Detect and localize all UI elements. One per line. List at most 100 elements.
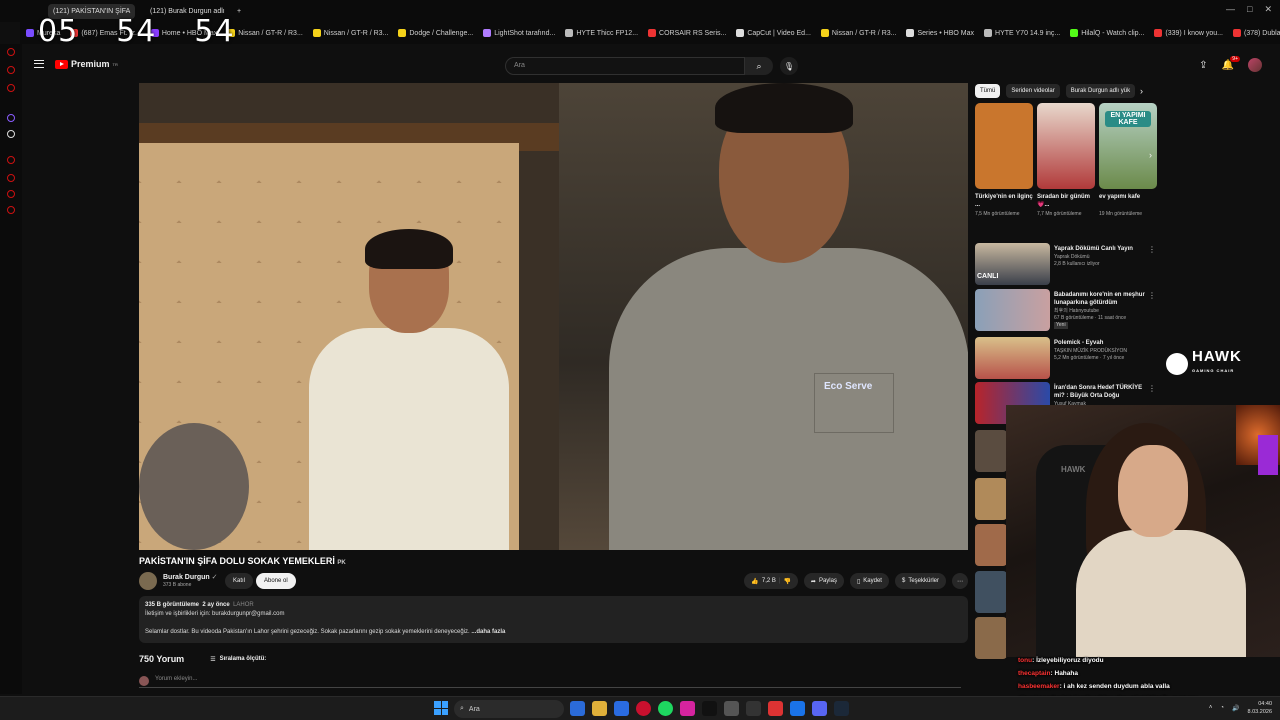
chevron-right-icon[interactable]: ›: [1140, 86, 1143, 96]
copilot-icon[interactable]: [570, 701, 585, 716]
filter-chips: Tümü Seriden videolar Burak Durgun adlı …: [975, 84, 1136, 98]
bookmark-item[interactable]: Nissan / GT-R / R3...: [227, 29, 303, 37]
discord-icon[interactable]: [812, 701, 827, 716]
sidebar-app-icon[interactable]: [7, 174, 15, 182]
sidebar-app-icon[interactable]: [7, 190, 15, 198]
search-button[interactable]: ⌕: [745, 57, 773, 75]
app-icon[interactable]: [790, 701, 805, 716]
description-box[interactable]: 335 B görüntüleme 2 ay önce LAHOR İletiş…: [139, 596, 968, 643]
bookmark-item[interactable]: Dodge / Challenge...: [398, 29, 473, 37]
avatar[interactable]: [1248, 58, 1262, 72]
chip-all[interactable]: Tümü: [975, 84, 1001, 98]
close-icon[interactable]: ✕: [1264, 4, 1272, 15]
notification-badge: 9+: [1230, 55, 1240, 62]
steam-icon[interactable]: [834, 701, 849, 716]
bookmark-item[interactable]: Nissan / GT-R / R3...: [312, 29, 388, 37]
more-options-icon[interactable]: ⋮: [1148, 384, 1156, 393]
settings-icon[interactable]: [724, 701, 739, 716]
save-button[interactable]: ▯ Kaydet: [849, 573, 889, 589]
bookmark-item[interactable]: (339) I know you...: [1154, 29, 1223, 37]
twitch-icon[interactable]: [7, 114, 15, 122]
recommended-video[interactable]: Polemick - Eyvah TAŞKIN MÜZİK PRODÜKSİYO…: [975, 337, 1160, 381]
video-title-flag: PK: [337, 560, 346, 566]
app-icon[interactable]: [768, 701, 783, 716]
opera-icon[interactable]: [636, 701, 651, 716]
more-options-icon[interactable]: ⋮: [1148, 245, 1156, 254]
video-player[interactable]: Eco Serve: [139, 83, 968, 550]
chat-username[interactable]: tonu: [1018, 657, 1032, 664]
recommended-video[interactable]: CANLI Yaprak Dökümü Canlı Yayın Yaprak D…: [975, 243, 1160, 287]
recommended-video[interactable]: Babadanımı kore'nin en meşhur lunaparkın…: [975, 289, 1160, 333]
chevron-up-icon[interactable]: ˄: [1209, 705, 1213, 711]
sidebar-app-icon[interactable]: [7, 156, 15, 164]
bookmark-label: Series • HBO Max: [917, 29, 975, 37]
share-button[interactable]: ➦ Paylaş: [803, 573, 844, 589]
thanks-button[interactable]: $ Teşekkürler: [894, 573, 946, 589]
channel-name[interactable]: Burak Durgun ✓: [163, 573, 218, 581]
bookmark-item[interactable]: CapCut | Video Ed...: [736, 29, 811, 37]
spotify-icon[interactable]: [658, 701, 673, 716]
taskbar-search[interactable]: ⌕ Ara: [454, 700, 564, 718]
bell-icon[interactable]: 🔔 9+: [1222, 55, 1240, 71]
tiktok-icon[interactable]: [702, 701, 717, 716]
clock-overlay: 05 54 54: [38, 14, 235, 49]
bookmark-icon: [736, 29, 745, 37]
menu-icon[interactable]: [34, 60, 44, 68]
windows-start-icon[interactable]: [434, 701, 448, 715]
sidebar-app-icon[interactable]: [7, 48, 15, 56]
chat-username[interactable]: hasbeemaker: [1018, 683, 1060, 690]
bookmark-item[interactable]: LightShot tarafınd...: [483, 29, 555, 37]
sidebar-app-icon[interactable]: [7, 206, 15, 214]
video-thumbnail[interactable]: [975, 571, 1007, 613]
x-icon[interactable]: [7, 130, 15, 138]
video-thumbnail[interactable]: [975, 430, 1007, 472]
video-title: Yaprak Dökümü Canlı Yayın: [1054, 246, 1133, 252]
bookmark-item[interactable]: CORSAIR RS Seris...: [648, 29, 726, 37]
new-badge: Yeni: [1054, 322, 1068, 329]
volume-icon[interactable]: 🔊: [1232, 705, 1239, 712]
chat-username[interactable]: thecaptain: [1018, 670, 1051, 677]
chip-series[interactable]: Seriden videolar: [1006, 84, 1060, 98]
youtube-logo[interactable]: Premium TR: [55, 59, 118, 69]
more-options-icon[interactable]: ⋯: [952, 573, 968, 589]
sort-button[interactable]: ☰ Sıralama ölçütü:: [210, 656, 266, 663]
comment-input[interactable]: Yorum ekleyin...: [139, 676, 961, 688]
folder-icon[interactable]: [592, 701, 607, 716]
join-button[interactable]: Katıl: [225, 573, 254, 589]
chip-channel[interactable]: Burak Durgun adlı yük: [1065, 84, 1136, 98]
bookmark-item[interactable]: HilalQ - Watch clip...: [1070, 29, 1144, 37]
bookmark-item[interactable]: (378) Dublaj sandı...: [1233, 29, 1280, 37]
sidebar-app-icon[interactable]: [7, 84, 15, 92]
app-icon[interactable]: [746, 701, 761, 716]
microphone-icon[interactable]: 🎙: [780, 57, 798, 75]
like-button[interactable]: 👍 7,2 B | 👎: [744, 573, 798, 589]
subscribe-button[interactable]: Abone ol: [256, 573, 296, 589]
short-item[interactable]: EN YAPIMI KAFE ev yapımı kafe 19 Mn görü…: [1099, 103, 1157, 218]
maximize-icon[interactable]: □: [1247, 4, 1252, 15]
short-item[interactable]: Sıradan bir günüm 💗... 7,7 Mn görüntülem…: [1037, 103, 1095, 218]
short-thumbnail-label: EN YAPIMI KAFE: [1105, 111, 1151, 127]
wifi-icon[interactable]: ◔: [1220, 705, 1224, 711]
search-input[interactable]: Ara: [505, 57, 745, 75]
short-views: 7,7 Mn görüntüleme: [1037, 211, 1082, 217]
bookmark-item[interactable]: Series • HBO Max: [906, 29, 974, 37]
bookmark-item[interactable]: Nissan / GT-R / R3...: [820, 29, 896, 37]
upload-icon[interactable]: ⇪: [1199, 60, 1207, 71]
minimize-icon[interactable]: —: [1226, 4, 1235, 15]
instagram-icon[interactable]: [680, 701, 695, 716]
short-item[interactable]: Türkiye'nin en ilginç ... 7,5 Mn görüntü…: [975, 103, 1033, 218]
video-thumbnail[interactable]: [975, 524, 1007, 566]
store-icon[interactable]: [614, 701, 629, 716]
bookmark-item[interactable]: HYTE Y70 14.9 inç...: [984, 29, 1060, 37]
bookmark-item[interactable]: HYTE Thicc FP12...: [565, 29, 638, 37]
video-thumbnail[interactable]: [975, 478, 1007, 520]
more-options-icon[interactable]: ⋮: [1148, 291, 1156, 300]
shorts-next-icon[interactable]: ›: [1149, 150, 1152, 160]
show-more-link[interactable]: ...daha fazla: [471, 629, 505, 635]
sidebar-app-icon[interactable]: [7, 66, 15, 74]
video-thumbnail[interactable]: [975, 617, 1007, 659]
bookmark-icon: [1154, 29, 1163, 37]
thumbs-down-icon[interactable]: 👎: [783, 578, 790, 585]
taskbar-clock[interactable]: 04:40 8.03.2026: [1248, 700, 1272, 716]
channel-avatar[interactable]: [139, 572, 157, 590]
